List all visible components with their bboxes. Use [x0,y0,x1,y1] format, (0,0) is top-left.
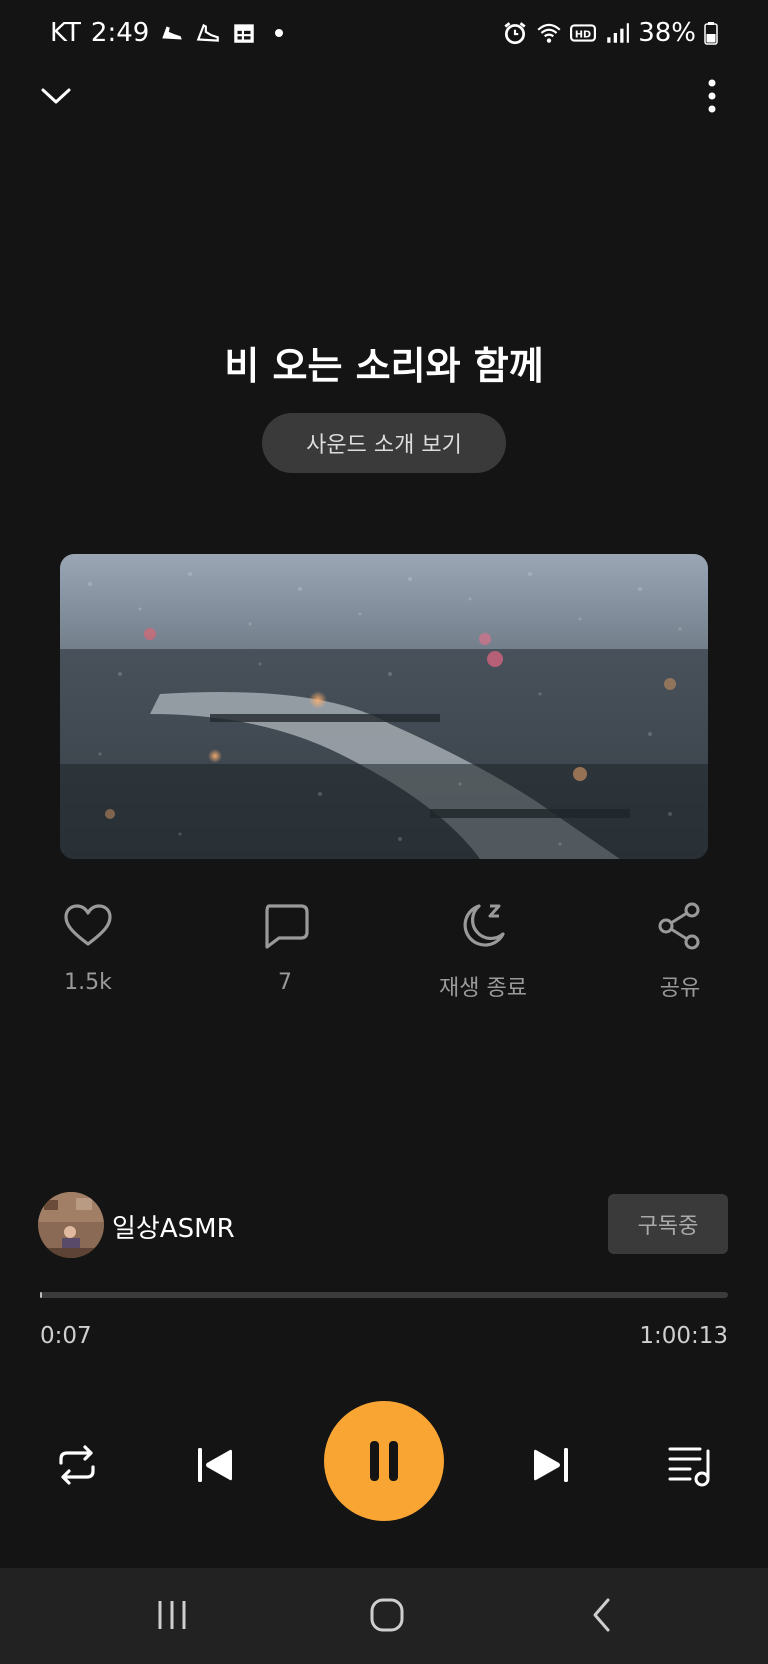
next-icon [534,1448,568,1482]
wifi-icon [537,23,561,43]
sneaker-icon [197,23,220,42]
status-left: KT 2:49 [50,18,284,48]
seek-bar-fill [40,1292,42,1298]
previous-icon [198,1448,232,1482]
sleep-timer-icon [463,904,505,947]
sound-intro-button[interactable]: 사운드 소개 보기 [262,413,506,473]
previous-button[interactable] [180,1430,250,1500]
back-icon [593,1598,610,1632]
channel-avatar[interactable] [38,1192,104,1258]
alarm-icon [504,22,526,45]
track-title: 비 오는 소리와 함께 [224,344,544,388]
subscribe-button[interactable]: 구독중 [608,1194,728,1254]
sneaker-icon [162,26,183,40]
total-duration: 1:00:13 [639,1323,728,1349]
comment-icon [265,904,309,949]
home-icon [370,1598,404,1632]
repeat-icon [59,1445,95,1485]
sleep-timer-label: 재생 종료 [439,976,527,1001]
next-button[interactable] [516,1430,586,1500]
pause-icon [370,1441,398,1481]
like-count: 1.5k [64,970,112,995]
more-vert-icon [708,79,716,113]
carrier-label: KT [50,18,81,48]
heart-icon [64,904,112,946]
repeat-button[interactable] [42,1430,112,1500]
track-artwork [60,554,708,859]
playlist-icon [668,1447,710,1487]
more-options-button[interactable] [682,66,742,126]
svg-text:HD: HD [575,29,591,40]
chevron-down-icon [41,88,71,104]
comment-count: 7 [278,970,292,995]
sleep-timer-action[interactable]: 재생 종료 [423,900,543,1002]
battery-percent: 38% [638,18,696,48]
hd-icon: HD [570,24,597,42]
notification-dot [275,29,284,37]
calendar-icon [234,24,255,43]
battery-icon [704,22,718,45]
clock: 2:49 [90,18,150,48]
elapsed-time: 0:07 [40,1323,92,1349]
like-action[interactable]: 1.5k [28,900,148,995]
comment-action[interactable]: 7 [225,900,345,995]
share-icon [658,902,700,950]
channel-name[interactable]: 일상ASMR [112,1208,235,1245]
status-bar: KT 2:49 HD 38% [0,0,768,70]
back-button[interactable] [572,1590,632,1640]
share-action[interactable]: 공유 [620,900,740,1002]
home-button[interactable] [357,1590,417,1640]
share-label: 공유 [659,976,701,1001]
seek-bar[interactable] [40,1292,728,1298]
pause-button[interactable] [324,1401,444,1521]
recent-apps-icon [158,1601,186,1629]
signal-icon [607,23,630,43]
playlist-button[interactable] [655,1430,725,1500]
recent-apps-button[interactable] [142,1590,202,1640]
status-right: HD 38% [502,18,718,48]
collapse-button[interactable] [26,66,86,126]
